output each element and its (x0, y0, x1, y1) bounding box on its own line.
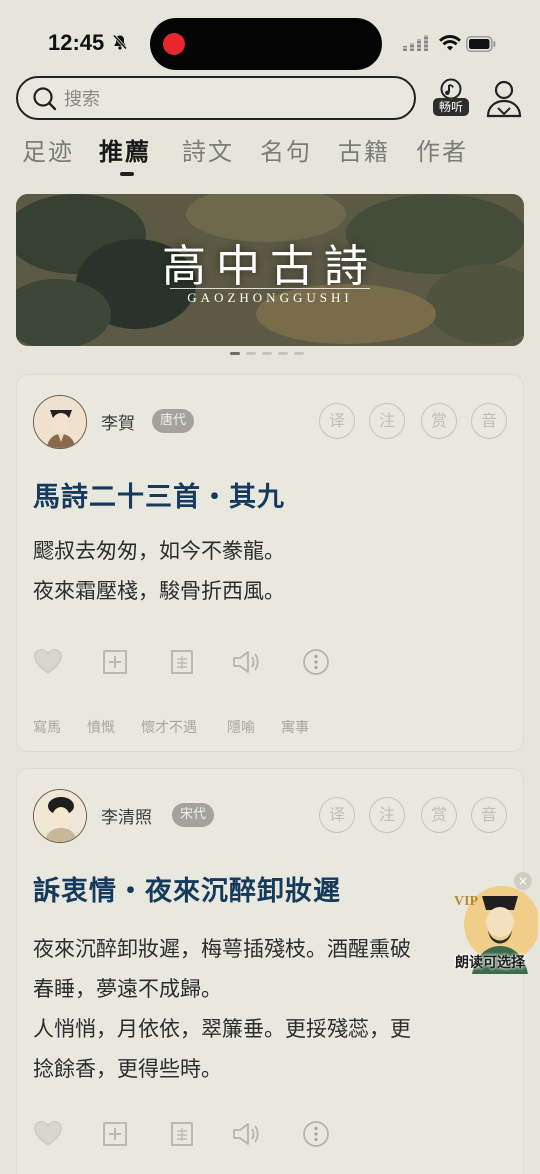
speaker-icon[interactable] (231, 1119, 261, 1149)
mute-bell-icon (112, 34, 128, 50)
profile-icon[interactable] (486, 78, 522, 118)
carousel-dot[interactable] (278, 352, 288, 355)
poem-card[interactable]: 李清照 宋代 译 注 赏 音 訴衷情・夜來沉醉卸妝遲 夜來沉醉卸妝遲，梅萼插殘枝… (16, 768, 524, 1174)
listen-label[interactable]: 畅听 (433, 98, 469, 116)
audio-button[interactable]: 音 (471, 403, 507, 439)
speaker-icon[interactable] (231, 647, 261, 677)
author-avatar[interactable] (33, 395, 87, 449)
poem-body: 夜來沉醉卸妝遲，梅萼插殘枝。酒醒熏破 春睡，夢遠不成歸。 人悄悄，月依依，翠簾垂… (33, 937, 411, 1081)
translation-button[interactable]: 译 (319, 403, 355, 439)
tag-item[interactable]: 寫馬 (33, 717, 61, 737)
tab-footprint[interactable]: 足迹 (22, 132, 74, 167)
author-name[interactable]: 李賀 (101, 409, 135, 434)
poem-body: 飂叔去匆匆，如今不豢龍。 夜來霜壓棧，駿骨折西風。 (33, 539, 285, 603)
heart-icon[interactable] (33, 647, 63, 677)
carousel-indicator (230, 352, 310, 356)
card-actions (33, 1119, 353, 1149)
recording-indicator (163, 33, 185, 55)
poem-title[interactable]: 馬詩二十三首・其九 (33, 475, 285, 514)
tag-item[interactable]: 隱喻 (227, 717, 255, 737)
carousel-dot[interactable] (230, 352, 240, 355)
banner-divider (170, 288, 370, 289)
copy-text-icon[interactable] (167, 647, 197, 677)
tag-item[interactable]: 寓事 (281, 717, 309, 737)
status-bar: 12:45 (0, 0, 540, 80)
audio-button[interactable]: 音 (471, 797, 507, 833)
annotation-button[interactable]: 注 (369, 797, 405, 833)
vip-label: VIP (454, 894, 479, 909)
author-avatar[interactable] (33, 789, 87, 843)
tab-authors[interactable]: 作者 (416, 132, 468, 167)
copy-text-icon[interactable] (167, 1119, 197, 1149)
active-tab-indicator (120, 172, 134, 176)
poem-card[interactable]: 李賀 唐代 译 注 赏 音 馬詩二十三首・其九 飂叔去匆匆，如今不豢龍。 夜來霜… (16, 374, 524, 752)
search-bar[interactable] (16, 76, 416, 120)
battery-icon (466, 36, 496, 52)
cellular-signal-icon (402, 35, 430, 51)
more-options-icon[interactable] (301, 1119, 331, 1149)
dynasty-badge: 唐代 (152, 409, 195, 433)
banner-carousel[interactable]: 高中古詩 GAOZHONGGUSHI (16, 194, 524, 346)
tab-classics[interactable]: 古籍 (338, 132, 390, 167)
author-name[interactable]: 李清照 (101, 803, 152, 828)
translation-button[interactable]: 译 (319, 797, 355, 833)
add-to-list-icon[interactable] (100, 647, 130, 677)
carousel-dot[interactable] (246, 352, 256, 355)
carousel-dot[interactable] (294, 352, 304, 355)
carousel-dot[interactable] (262, 352, 272, 355)
dynasty-badge: 宋代 (172, 803, 215, 827)
status-time: 12:45 (48, 30, 105, 55)
tab-poems[interactable]: 詩文 (182, 132, 234, 167)
annotation-button[interactable]: 注 (369, 403, 405, 439)
appreciation-button[interactable]: 赏 (421, 797, 457, 833)
category-tabs: 足迹 推薦 詩文 名句 古籍 作者 (0, 132, 540, 180)
card-actions (33, 647, 353, 677)
search-input[interactable] (64, 84, 394, 114)
wifi-icon (439, 35, 461, 51)
appreciation-button[interactable]: 赏 (421, 403, 457, 439)
tag-item[interactable]: 憤慨 (87, 717, 115, 737)
add-to-list-icon[interactable] (100, 1119, 130, 1149)
poem-title[interactable]: 訴衷情・夜來沉醉卸妝遲 (33, 869, 341, 908)
tag-item[interactable]: 懷才不遇 (141, 717, 197, 737)
heart-icon[interactable] (33, 1119, 63, 1149)
tab-famous-lines[interactable]: 名句 (260, 132, 312, 167)
more-options-icon[interactable] (301, 647, 331, 677)
close-icon[interactable]: × (514, 872, 532, 890)
banner-title: 高中古詩 (162, 241, 378, 292)
vip-caption[interactable]: 朗读可选择 (455, 952, 525, 972)
banner-subtitle: GAOZHONGGUSHI (187, 290, 353, 305)
search-icon (33, 87, 57, 111)
tab-recommended[interactable]: 推薦 (99, 132, 151, 167)
